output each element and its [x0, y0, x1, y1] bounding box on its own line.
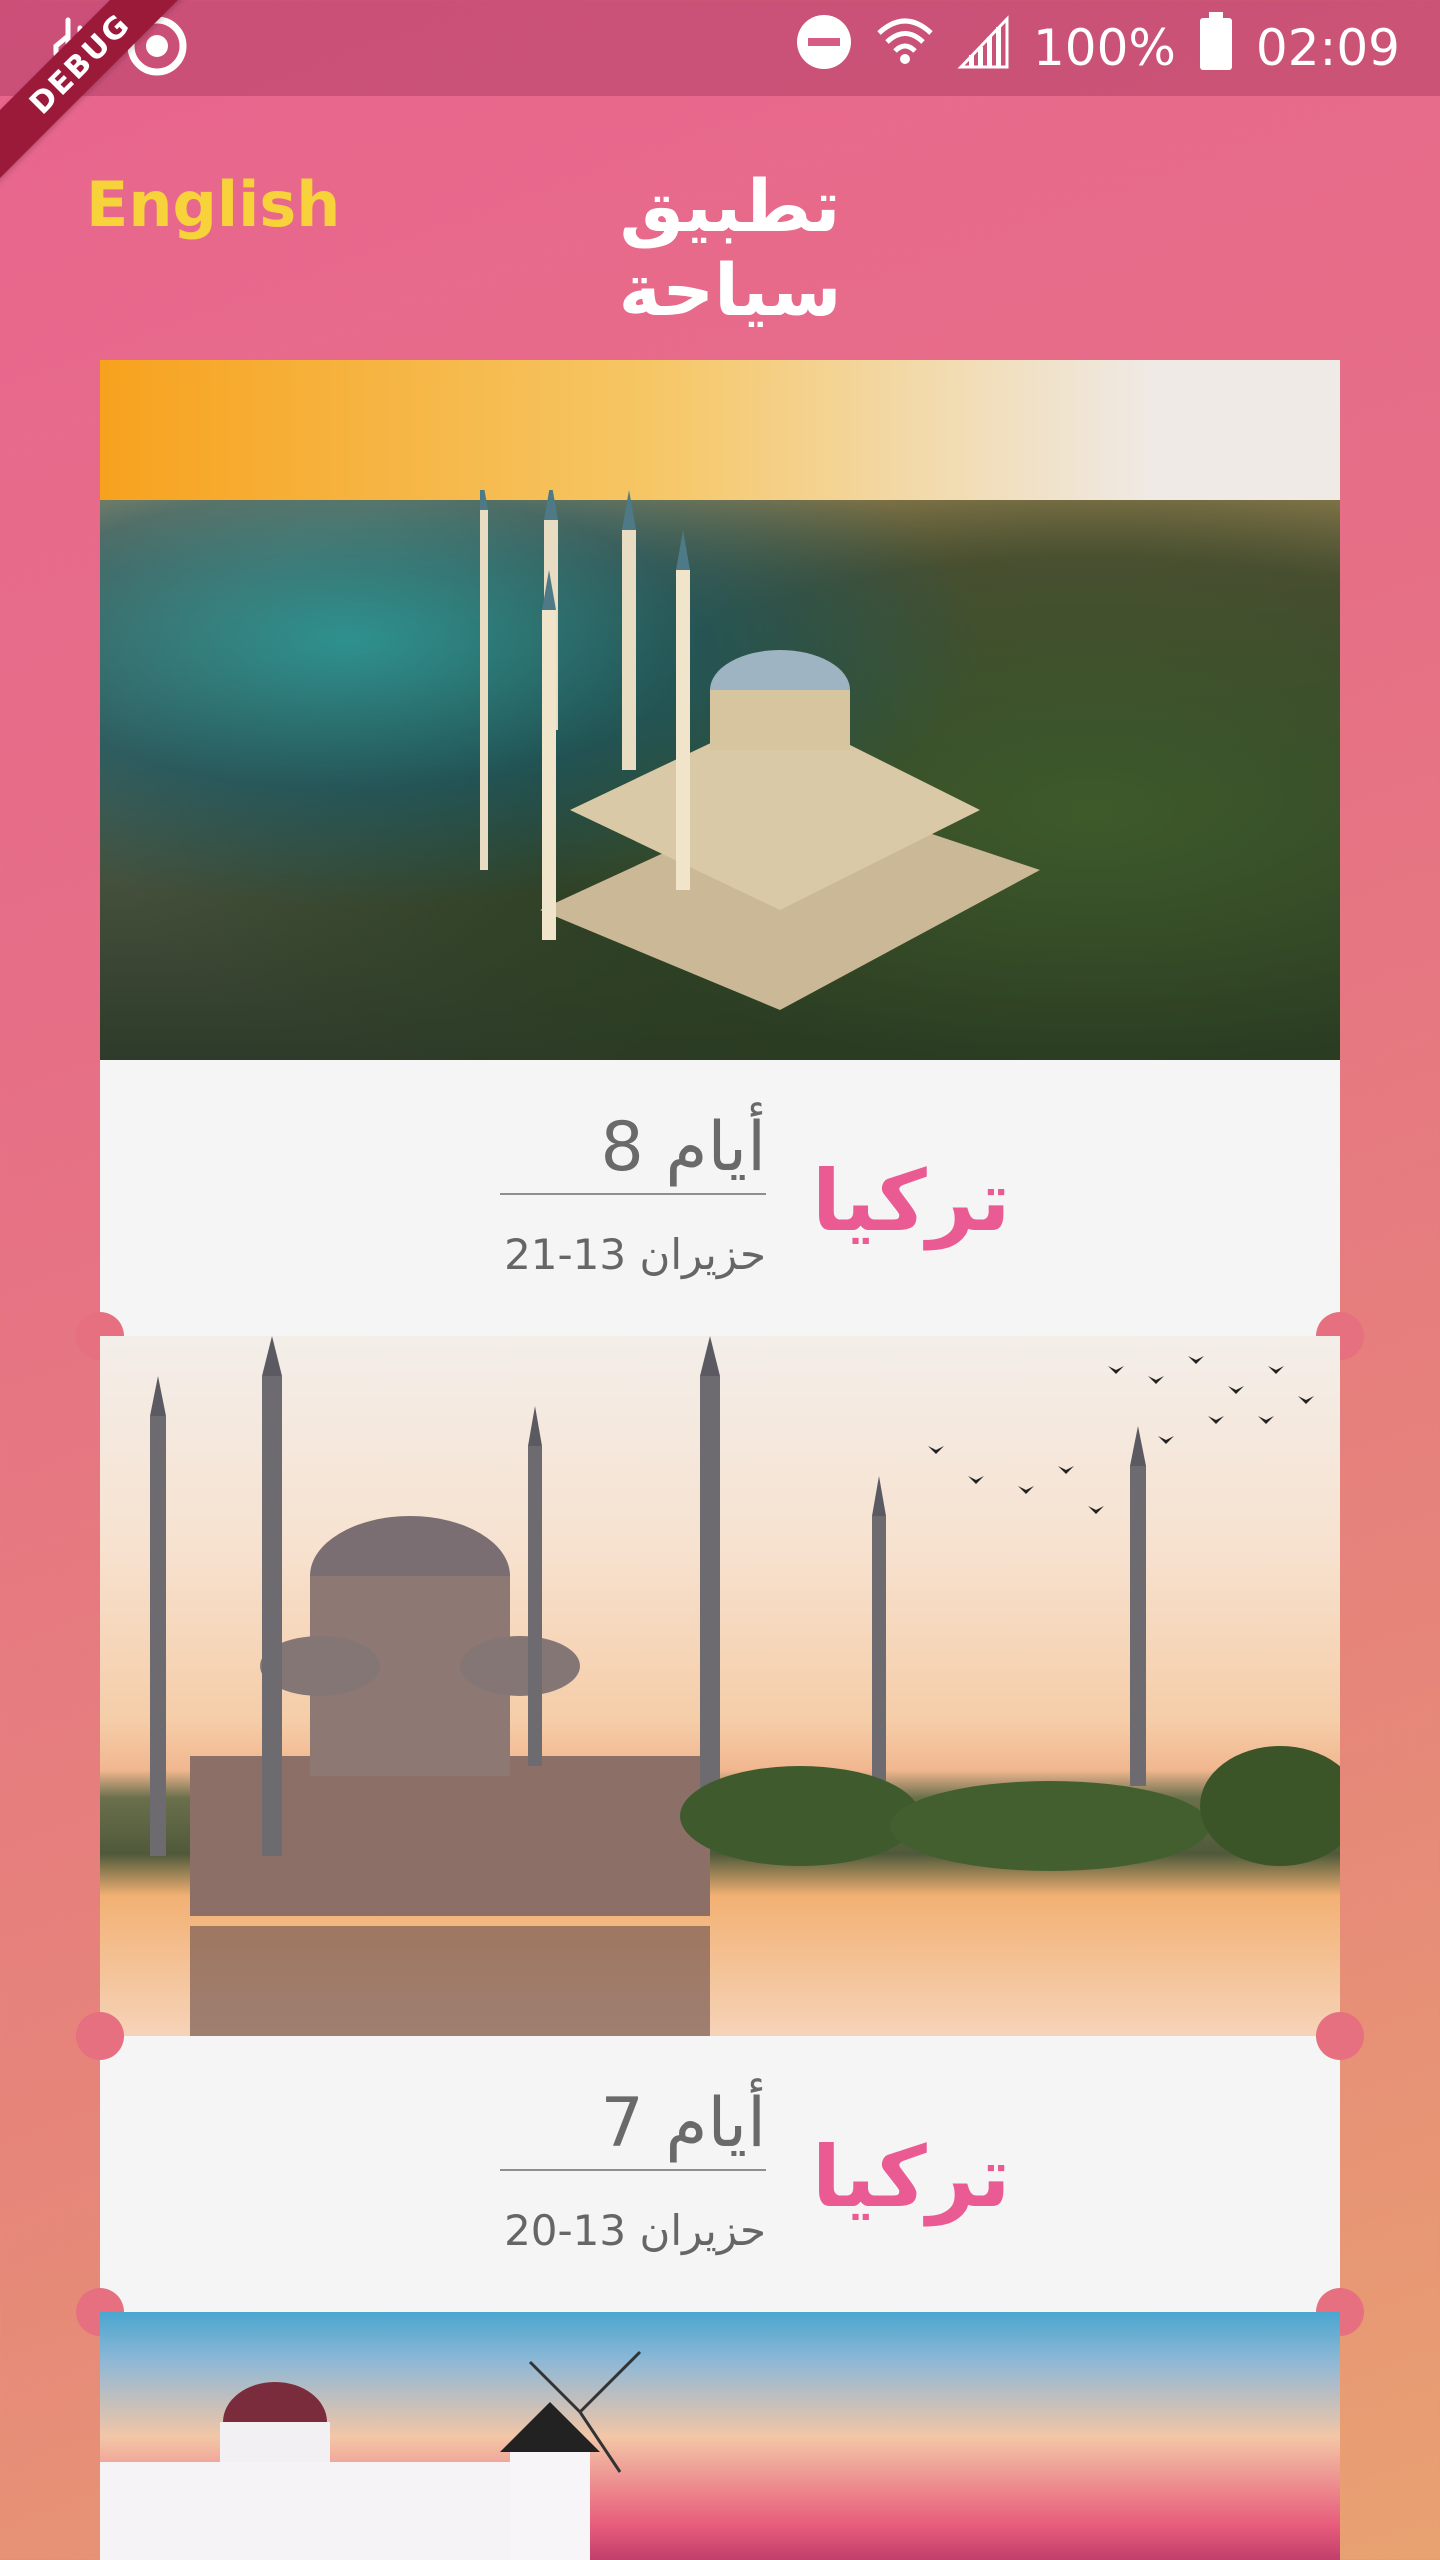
trip-card[interactable]: تركيا 7 أيام حزيران 13-20 [76, 1336, 1364, 2336]
do-not-disturb-icon [795, 13, 853, 83]
trip-duration: 7 أيام [500, 2084, 766, 2171]
trip-image-aerial-mosque [100, 360, 1340, 1060]
santorini-illustration [100, 2350, 642, 2560]
ticket-notch [1316, 2012, 1364, 2060]
trip-dates: حزيران 13-20 [504, 2206, 766, 2255]
trip-duration: 8 أيام [500, 1108, 766, 1195]
page-title: تطبيق سياحة [618, 164, 842, 332]
ticket-notch [76, 2012, 124, 2060]
trip-card[interactable]: تركيا 8 أيام حزيران 13-21 [76, 360, 1364, 1360]
mosque-illustration [480, 490, 1040, 1010]
trip-image-santorini [100, 2312, 1340, 2560]
wifi-icon [875, 13, 935, 83]
trip-image-blue-mosque [100, 1336, 1340, 2036]
trip-destination: تركيا [812, 1152, 1011, 1250]
trip-info: تركيا 8 أيام حزيران 13-21 [76, 1060, 1364, 1360]
battery-percent: 100% [1032, 19, 1176, 77]
status-right-icons: 100% 02:09 [795, 12, 1400, 84]
signal-icon [957, 15, 1011, 81]
language-toggle-button[interactable]: English [86, 168, 340, 241]
birds-illustration [928, 1356, 1314, 1514]
trip-card[interactable] [100, 2312, 1340, 2560]
trip-info: تركيا 7 أيام حزيران 13-20 [76, 2012, 1364, 2336]
trip-dates: حزيران 13-21 [504, 1230, 766, 1279]
trip-destination: تركيا [812, 2128, 1011, 2226]
trip-list: تركيا 8 أيام حزيران 13-21 تركيا 7 أيام ح… [76, 360, 1364, 2560]
status-bar: 100% 02:09 [0, 0, 1440, 96]
clock: 02:09 [1255, 19, 1400, 77]
battery-icon [1198, 12, 1234, 84]
sunset-sky [100, 360, 1340, 500]
app-bar: English تطبيق سياحة [0, 96, 1440, 332]
